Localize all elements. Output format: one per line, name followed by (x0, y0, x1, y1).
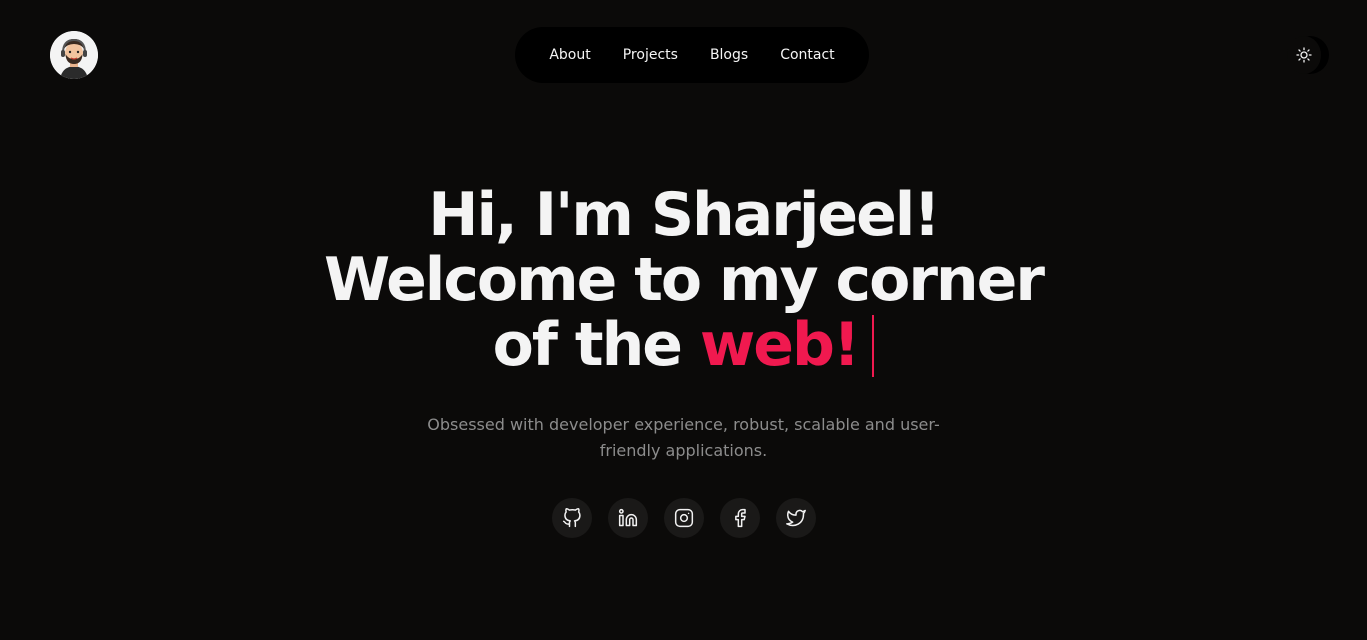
nav-projects[interactable]: Projects (607, 47, 694, 63)
headline-accent-word: web! (699, 310, 860, 380)
twitter-icon (785, 509, 806, 527)
page: About Projects Blogs Contact Hi, I'm Sha… (0, 0, 1367, 640)
headline-line-2: Welcome to my corner (324, 245, 1045, 315)
social-links (0, 498, 1367, 538)
nav-about[interactable]: About (533, 47, 606, 63)
github-icon (562, 508, 581, 528)
sun-icon-wrap (1287, 36, 1321, 74)
developer-avatar-icon (50, 31, 98, 79)
hero-headline: Hi, I'm Sharjeel! Welcome to my corner o… (304, 183, 1064, 378)
avatar[interactable] (50, 31, 98, 79)
main-nav: About Projects Blogs Contact (515, 27, 869, 83)
instagram-icon (674, 508, 693, 528)
nav-blogs[interactable]: Blogs (694, 47, 764, 63)
sun-icon (1296, 47, 1312, 63)
linkedin-icon (618, 508, 637, 527)
headline-line-1: Hi, I'm Sharjeel! (428, 180, 940, 250)
headline-line-3-prefix: of the (492, 310, 700, 380)
theme-toggle-button[interactable] (1287, 36, 1329, 74)
twitter-link[interactable] (775, 498, 816, 538)
linkedin-link[interactable] (607, 498, 648, 538)
hero-section: Hi, I'm Sharjeel! Welcome to my corner o… (0, 183, 1367, 538)
facebook-link[interactable] (719, 498, 760, 538)
facebook-icon (734, 508, 746, 528)
nav-contact[interactable]: Contact (764, 47, 850, 63)
typing-cursor (872, 315, 875, 377)
instagram-link[interactable] (663, 498, 704, 538)
github-link[interactable] (551, 498, 592, 538)
hero-subtitle: Obsessed with developer experience, robu… (427, 415, 940, 460)
